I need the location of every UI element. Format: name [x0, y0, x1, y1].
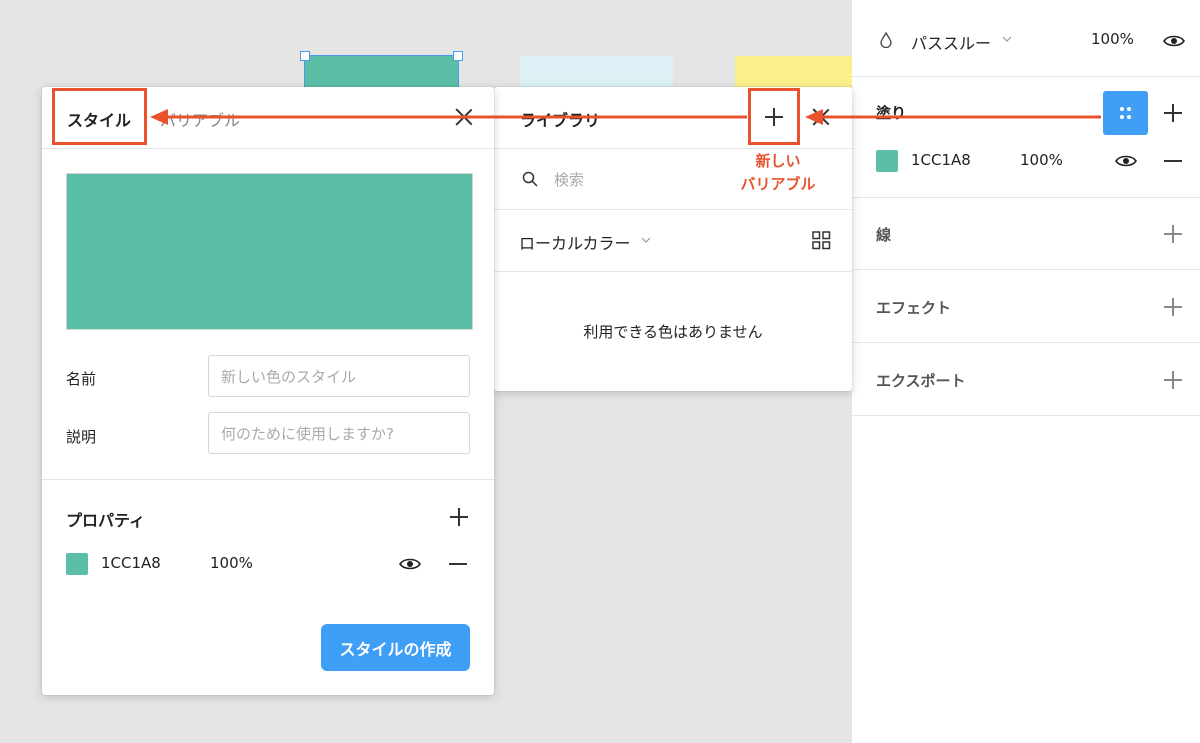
add-effect-button[interactable] — [1162, 296, 1184, 318]
resize-handle[interactable] — [453, 51, 463, 61]
add-fill-button[interactable] — [1162, 102, 1184, 124]
name-input[interactable]: 新しい色のスタイル — [208, 355, 470, 397]
properties-title: プロパティ — [66, 511, 146, 530]
close-icon[interactable] — [811, 107, 831, 127]
properties-panel: パススルー 100% 塗り 1CC1A8 100% 線 エフェクト エクスポート — [852, 0, 1200, 743]
divider — [494, 148, 852, 149]
remove-fill-button[interactable] — [1163, 151, 1183, 171]
property-hex-value[interactable]: 1CC1A8 — [101, 554, 161, 572]
create-style-button[interactable]: スタイルの作成 — [321, 624, 470, 671]
fill-color-swatch[interactable] — [876, 150, 898, 172]
style-grid-button[interactable] — [1103, 91, 1148, 135]
divider — [852, 197, 1200, 198]
annotation-label-line2: バリアブル — [740, 175, 816, 193]
annotation-label-line1: 新しい — [755, 152, 801, 170]
name-label: 名前 — [66, 370, 97, 388]
eye-icon[interactable] — [1163, 34, 1185, 48]
divider — [42, 479, 494, 480]
chevron-down-icon[interactable] — [641, 237, 651, 243]
grid-view-icon[interactable] — [812, 231, 831, 250]
export-section-title: エクスポート — [876, 372, 966, 390]
eye-icon[interactable] — [1115, 154, 1137, 168]
search-input[interactable]: 検索 — [554, 169, 584, 190]
add-stroke-button[interactable] — [1162, 223, 1184, 245]
remove-property-button[interactable] — [448, 554, 468, 574]
create-style-popover: スタイル バリアブル 名前 新しい色のスタイル 説明 何のために使用しますか? … — [42, 87, 494, 695]
effects-section-title: エフェクト — [876, 299, 952, 317]
add-export-button[interactable] — [1162, 369, 1184, 391]
divider — [852, 415, 1200, 416]
resize-handle[interactable] — [300, 51, 310, 61]
divider — [852, 76, 1200, 77]
annotation-highlight-style-tab — [52, 88, 147, 145]
fill-hex-value[interactable]: 1CC1A8 — [911, 151, 971, 169]
description-input[interactable]: 何のために使用しますか? — [208, 412, 470, 454]
fill-section-title: 塗り — [876, 104, 907, 122]
close-icon[interactable] — [454, 107, 474, 127]
color-preview — [66, 173, 473, 330]
blend-mode-select[interactable]: パススルー — [911, 30, 991, 54]
divider — [494, 271, 852, 272]
eye-icon[interactable] — [399, 557, 421, 571]
annotation-highlight-plus-button — [748, 88, 800, 145]
divider — [852, 269, 1200, 270]
local-colors-dropdown[interactable]: ローカルカラー — [519, 230, 631, 254]
library-title: ライブラリ — [520, 111, 601, 130]
property-opacity-value[interactable]: 100% — [210, 554, 253, 572]
add-property-button[interactable] — [448, 506, 470, 528]
four-dots-icon — [1120, 107, 1131, 119]
stroke-section-title: 線 — [876, 226, 892, 244]
divider — [494, 209, 852, 210]
drop-icon — [880, 32, 892, 48]
annotation-label: 新しい バリアブル — [728, 150, 828, 196]
description-label: 説明 — [66, 428, 97, 446]
divider — [42, 148, 494, 149]
layer-row: パススルー 100% — [852, 28, 1200, 54]
chevron-down-icon[interactable] — [1002, 36, 1012, 42]
fill-opacity-value[interactable]: 100% — [1020, 151, 1063, 169]
tab-variables[interactable]: バリアブル — [160, 107, 240, 131]
layer-opacity[interactable]: 100% — [1091, 30, 1134, 48]
property-color-swatch[interactable] — [66, 553, 88, 575]
search-icon — [522, 171, 538, 187]
empty-message: 利用できる色はありません — [583, 323, 763, 341]
divider — [852, 342, 1200, 343]
